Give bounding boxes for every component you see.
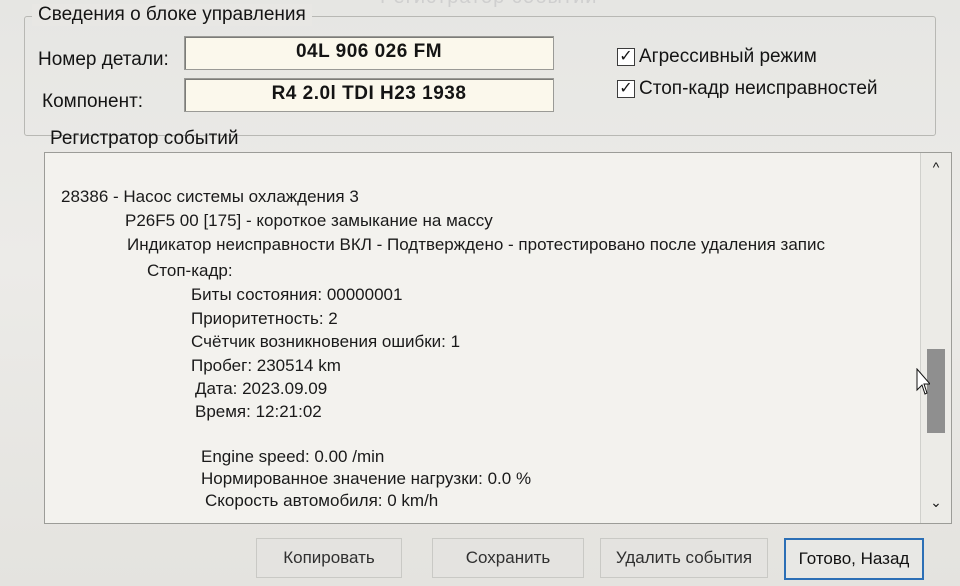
- checkmark-icon[interactable]: ✓: [617, 48, 635, 66]
- aggressive-mode-label: Агрессивный режим: [639, 46, 817, 67]
- date-line: Дата: 2023.09.09: [195, 379, 328, 398]
- freeze-frame-label: Стоп-кадр неисправностей: [639, 78, 878, 99]
- part-number-label: Номер детали:: [38, 49, 169, 70]
- vehicle-speed-line: Скорость автомобиля: 0 km/h: [205, 491, 439, 510]
- freeze-frame-heading: Стоп-кадр:: [147, 261, 233, 280]
- part-number-field: 04L 906 026 FM: [184, 36, 554, 70]
- control-unit-groupbox: [24, 16, 936, 136]
- error-counter-line: Счётчик возникновения ошибки: 1: [191, 332, 461, 351]
- control-unit-legend: Сведения о блоке управления: [32, 4, 312, 26]
- copy-button[interactable]: Копировать: [256, 538, 402, 578]
- event-log-panel[interactable]: 28386 - Насос системы охлаждения 3 P26F5…: [44, 152, 952, 524]
- indicator-status-line: Индикатор неисправности ВКЛ - Подтвержде…: [127, 235, 825, 254]
- status-bits-line: Биты состояния: 00000001: [191, 285, 403, 304]
- delete-events-button[interactable]: Удалить события: [600, 538, 768, 578]
- window-title: Регистратор событий: [380, 0, 597, 9]
- priority-line: Приоритетность: 2: [191, 309, 338, 328]
- mouse-pointer-icon: [916, 368, 930, 395]
- event-log-title: Регистратор событий: [50, 128, 239, 149]
- chevron-down-icon[interactable]: ⌄: [921, 494, 951, 511]
- load-value-line: Нормированное значение нагрузки: 0.0 %: [201, 469, 532, 488]
- engine-speed-line: Engine speed: 0.00 /min: [201, 447, 385, 466]
- save-button[interactable]: Сохранить: [432, 538, 584, 578]
- mileage-line: Пробег: 230514 km: [191, 356, 341, 375]
- event-log-scrollbar[interactable]: ^ ⌄: [920, 153, 951, 523]
- aggressive-mode-option[interactable]: ✓ Агрессивный режим: [617, 46, 817, 68]
- event-code-line: 28386 - Насос системы охлаждения 3: [61, 187, 359, 206]
- component-label: Компонент:: [42, 91, 144, 112]
- component-field: R4 2.0l TDI H23 1938: [184, 78, 554, 112]
- done-back-button[interactable]: Готово, Назад: [784, 538, 924, 580]
- app-window: Регистратор событий Сведения о блоке упр…: [0, 0, 960, 586]
- freeze-frame-option[interactable]: ✓ Стоп-кадр неисправностей: [617, 78, 878, 100]
- checkmark-icon[interactable]: ✓: [617, 80, 635, 98]
- fault-code-line: P26F5 00 [175] - короткое замыкание на м…: [125, 211, 493, 230]
- event-log-content: 28386 - Насос системы охлаждения 3 P26F5…: [45, 153, 915, 523]
- time-line: Время: 12:21:02: [195, 402, 322, 421]
- chevron-up-icon[interactable]: ^: [921, 159, 951, 175]
